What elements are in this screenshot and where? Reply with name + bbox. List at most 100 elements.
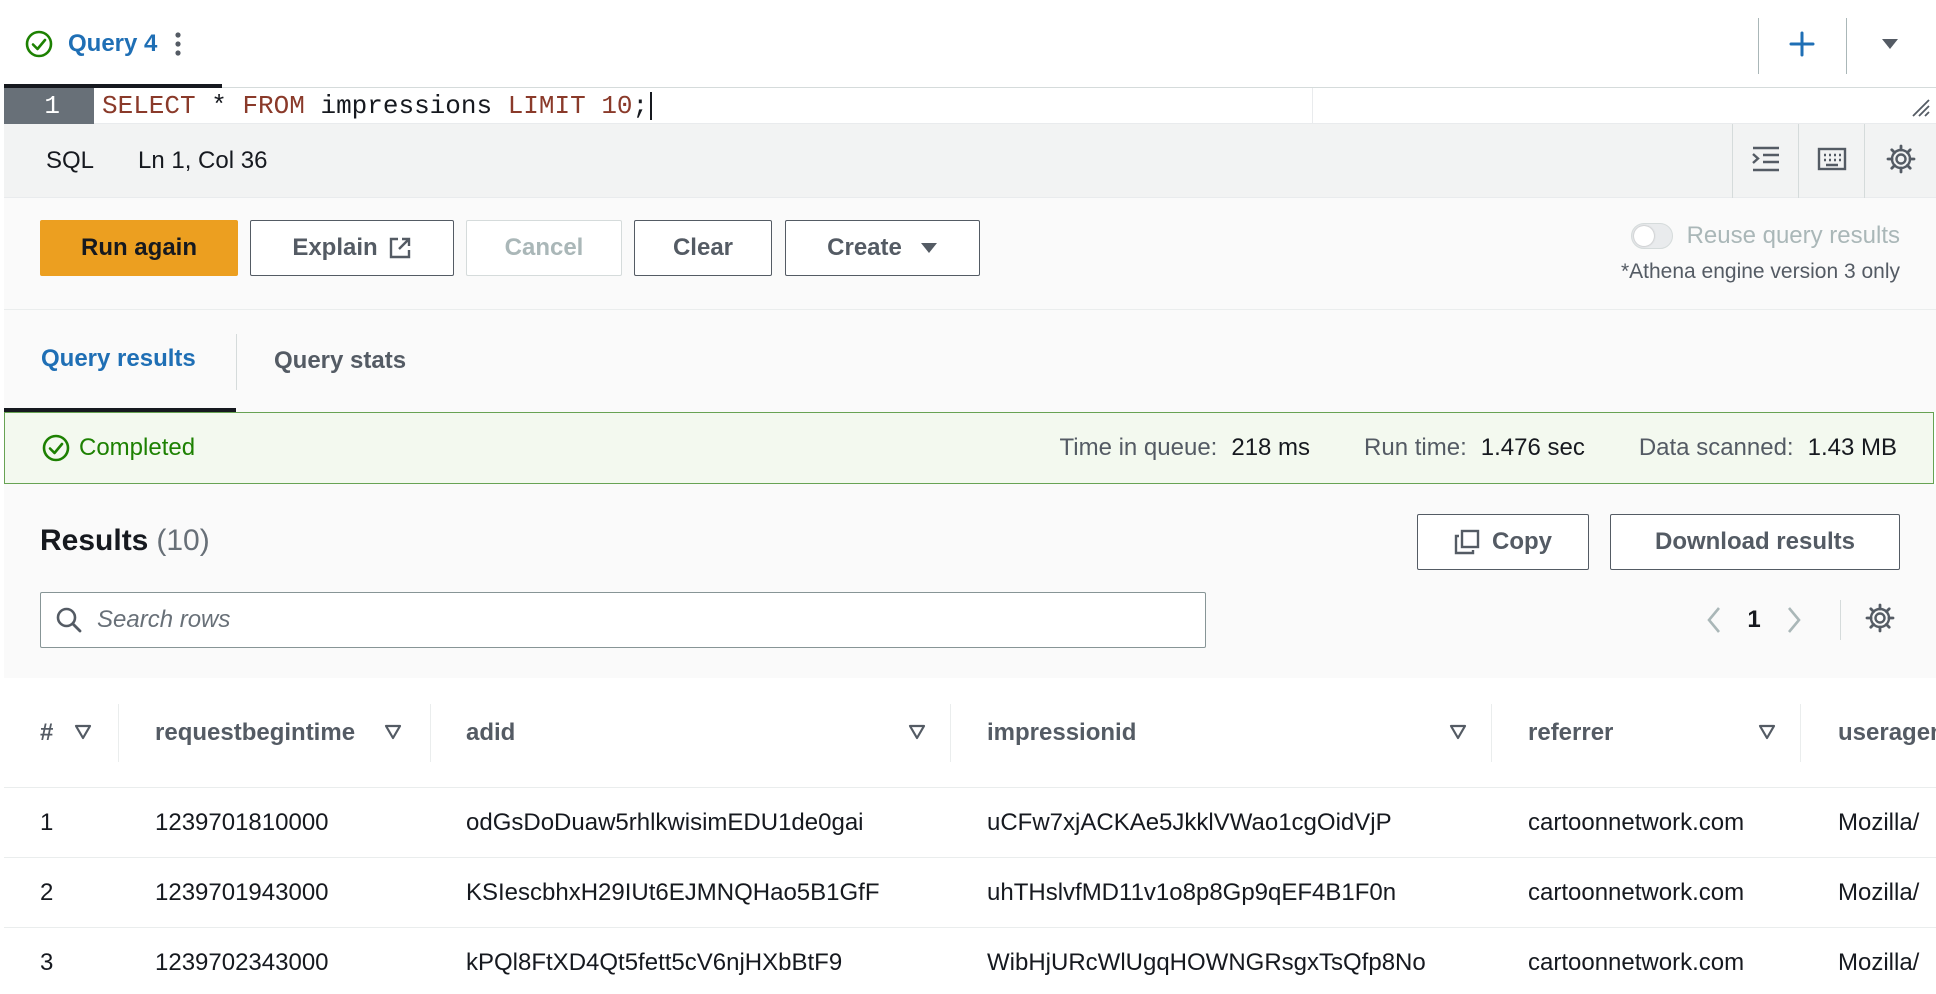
divider xyxy=(1758,18,1759,74)
download-results-button[interactable]: Download results xyxy=(1610,514,1900,570)
data-scanned-label: Data scanned: xyxy=(1638,434,1794,461)
keyword-select: SELECT xyxy=(102,91,196,121)
reuse-results-row: Reuse query results xyxy=(1630,222,1900,250)
tab-query-stats[interactable]: Query stats xyxy=(274,310,406,412)
results-table: # requestbegintime adid impressionid ref… xyxy=(4,678,1936,994)
check-circle-icon xyxy=(41,433,71,463)
table-cell: 1239702343000 xyxy=(155,949,329,976)
divider xyxy=(236,334,237,390)
cancel-button[interactable]: Cancel xyxy=(466,220,622,276)
query-stats-summary: Time in queue: 218 ms Run time: 1.476 se… xyxy=(1059,413,1897,483)
tab-label: Query 4 xyxy=(68,30,158,57)
gear-icon xyxy=(1865,603,1895,638)
code-token: impressions xyxy=(304,91,508,121)
table-cell: uhTHslvfMD11v1o8p8Gp9qEF4B1F0n xyxy=(987,879,1397,906)
tab-query-results[interactable]: Query results xyxy=(4,310,236,412)
text-cursor xyxy=(650,92,653,120)
search-icon xyxy=(55,606,83,634)
result-tabs: Query results Query stats xyxy=(4,310,1936,412)
format-query-button[interactable] xyxy=(1732,124,1798,198)
reuse-results-toggle[interactable] xyxy=(1630,223,1673,249)
query-actions: Run again Explain Cancel Clear Create Re… xyxy=(4,198,1936,310)
status-text: Completed xyxy=(79,434,196,461)
keyword-limit: LIMIT xyxy=(507,91,586,121)
plus-icon xyxy=(1789,31,1815,62)
column-header-index[interactable]: # xyxy=(40,678,53,788)
column-header-impressionid[interactable]: impressionid xyxy=(987,678,1136,788)
sort-caret-icon[interactable] xyxy=(384,724,402,740)
table-row[interactable]: 3 1239702343000 kPQl8FtXD4Qt5fett5cV6njH… xyxy=(4,928,1936,994)
sort-caret-icon[interactable] xyxy=(1449,724,1467,740)
table-cell: cartoonnetwork.com xyxy=(1528,949,1745,976)
explain-button[interactable]: Explain xyxy=(250,220,454,276)
column-divider xyxy=(118,704,119,762)
table-cell: cartoonnetwork.com xyxy=(1528,809,1745,836)
results-heading: Results (10) xyxy=(40,524,210,558)
results-panel: Results(10) Copy Download results 1 # xyxy=(4,484,1936,994)
add-tab-button[interactable] xyxy=(1774,24,1830,68)
toggle-knob xyxy=(1633,226,1654,246)
column-divider xyxy=(1800,704,1801,762)
create-button[interactable]: Create xyxy=(785,220,980,276)
current-page[interactable]: 1 xyxy=(1734,606,1774,634)
chevron-left-icon[interactable] xyxy=(1694,600,1734,640)
engine-version-note: *Athena engine version 3 only xyxy=(1620,260,1900,283)
check-circle-icon xyxy=(24,29,54,59)
code-line[interactable]: SELECT * FROM impressions LIMIT 10; xyxy=(102,88,653,124)
language-label: SQL xyxy=(46,147,95,174)
table-cell: uCFw7xjACKAe5JkklVWao1cgOidVjP xyxy=(987,809,1392,836)
sort-caret-icon[interactable] xyxy=(74,724,92,740)
copy-label: Copy xyxy=(1492,528,1552,555)
cursor-position: Ln 1, Col 36 xyxy=(138,147,268,174)
chevron-right-icon[interactable] xyxy=(1774,600,1814,640)
line-number: 1 xyxy=(4,88,94,124)
table-cell: Mozilla/ xyxy=(1838,879,1920,906)
results-count: (10) xyxy=(156,524,210,557)
run-time-label: Run time: xyxy=(1364,434,1467,461)
column-header-adid[interactable]: adid xyxy=(466,678,515,788)
print-margin xyxy=(1312,88,1313,124)
editor-status-bar: SQL Ln 1, Col 36 xyxy=(4,124,1936,198)
column-header-useragent[interactable]: useragent xyxy=(1838,678,1936,788)
column-divider xyxy=(950,704,951,762)
table-cell: KSIescbhxH29IUt6EJMNQHao5B1GfF xyxy=(466,879,880,906)
create-label: Create xyxy=(827,234,902,261)
search-rows-field[interactable] xyxy=(40,592,1206,648)
sort-caret-icon[interactable] xyxy=(1758,724,1776,740)
column-header-requestbegintime[interactable]: requestbegintime xyxy=(155,678,355,788)
table-row[interactable]: 2 1239701943000 KSIescbhxH29IUt6EJMNQHao… xyxy=(4,858,1936,928)
clear-button[interactable]: Clear xyxy=(634,220,772,276)
table-header: # requestbegintime adid impressionid ref… xyxy=(4,678,1936,788)
code-token: ; xyxy=(632,91,649,121)
table-cell: Mozilla/ xyxy=(1838,809,1920,836)
table-cell: 2 xyxy=(40,879,54,906)
number-literal: 10 xyxy=(601,91,633,121)
table-cell: Mozilla/ xyxy=(1838,949,1920,976)
copy-icon xyxy=(1454,529,1480,555)
more-vertical-icon[interactable] xyxy=(173,30,183,58)
tab-dropdown-button[interactable] xyxy=(1862,24,1918,68)
code-token: * xyxy=(195,91,243,121)
keyboard-shortcuts-button[interactable] xyxy=(1798,124,1864,198)
tab-query-4[interactable]: Query 4 xyxy=(4,4,222,88)
sql-editor[interactable]: 1 SELECT * FROM impressions LIMIT 10; xyxy=(4,88,1936,124)
search-input[interactable] xyxy=(97,606,1177,634)
keyword-from: FROM xyxy=(242,91,305,121)
query-status-banner: Completed Time in queue: 218 ms Run time… xyxy=(4,412,1934,484)
caret-down-icon xyxy=(920,242,938,254)
copy-button[interactable]: Copy xyxy=(1417,514,1589,570)
divider xyxy=(1840,600,1841,640)
column-header-referrer[interactable]: referrer xyxy=(1528,678,1613,788)
sort-caret-icon[interactable] xyxy=(908,724,926,740)
editor-settings-button[interactable] xyxy=(1864,124,1936,198)
table-cell: kPQl8FtXD4Qt5fett5cV6njHXbBtF9 xyxy=(466,949,843,976)
run-time-value: 1.476 sec xyxy=(1480,434,1585,461)
indent-format-icon xyxy=(1751,146,1781,177)
pagination: 1 xyxy=(1694,592,1814,648)
table-preferences-button[interactable] xyxy=(1860,600,1900,640)
run-again-button[interactable]: Run again xyxy=(40,220,238,276)
resize-handle-icon[interactable] xyxy=(1910,96,1930,118)
external-link-icon xyxy=(388,236,412,260)
table-row[interactable]: 1 1239701810000 odGsDoDuaw5rhlkwisimEDU1… xyxy=(4,788,1936,858)
